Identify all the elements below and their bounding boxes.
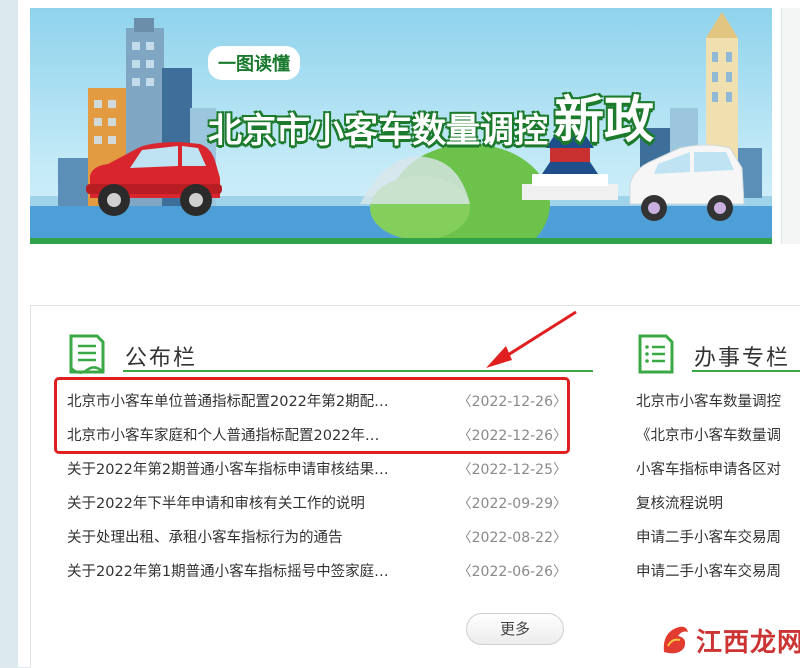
list-document-icon: [638, 334, 674, 374]
watermark-text: 江西龙网: [696, 628, 800, 658]
list-item[interactable]: 北京市小客车数量调控: [636, 386, 800, 420]
list-item[interactable]: 申请二手小客车交易周: [636, 556, 800, 590]
notice-item-title[interactable]: 关于2022年下半年申请和审核有关工作的说明: [67, 488, 439, 520]
notice-item-date: 〈2022-08-22〉: [457, 530, 567, 546]
service-list: 北京市小客车数量调控 《北京市小客车数量调 小客车指标申请各区对 复核流程说明 …: [636, 386, 800, 590]
banner-tag: 一图读懂: [208, 46, 300, 80]
notice-item-title[interactable]: 关于处理出租、承租小客车指标行为的通告: [67, 522, 439, 554]
notice-panel-header: 公布栏: [67, 332, 195, 376]
list-item[interactable]: 关于2022年第1期普通小客车指标摇号中签家庭… 〈2022-06-26〉: [67, 556, 567, 590]
notice-item-title[interactable]: 关于2022年第1期普通小客车指标摇号中签家庭…: [67, 556, 439, 588]
list-item[interactable]: 关于2022年第2期普通小客车指标申请审核结果… 〈2022-12-25〉: [67, 454, 567, 488]
banner-title-main: 北京市小客车数量调控: [208, 111, 548, 151]
service-panel-title: 办事专栏: [694, 346, 791, 371]
service-panel: 办事专栏 北京市小客车数量调控 《北京市小客车数量调 小客车指标申请各区对 复核…: [600, 305, 800, 668]
more-button[interactable]: 更多: [466, 613, 564, 645]
site-watermark: 江西龙网: [658, 618, 800, 660]
banner-side-strip: [781, 8, 800, 244]
list-item[interactable]: 关于2022年下半年申请和审核有关工作的说明 〈2022-09-29〉: [67, 488, 567, 522]
list-item[interactable]: 小客车指标申请各区对: [636, 454, 800, 488]
list-item[interactable]: 关于处理出租、承租小客车指标行为的通告 〈2022-08-22〉: [67, 522, 567, 556]
notice-item-date: 〈2022-06-26〉: [457, 564, 567, 580]
notice-item-date: 〈2022-09-29〉: [457, 496, 567, 512]
policy-banner[interactable]: 一图读懂 北京市小客车数量调控 新政: [30, 8, 772, 244]
list-item[interactable]: 《北京市小客车数量调: [636, 420, 800, 454]
notice-panel-underline: [123, 370, 593, 372]
notice-panel-title: 公布栏: [125, 346, 198, 371]
banner-title: 北京市小客车数量调控 新政: [208, 80, 654, 152]
notice-item-title[interactable]: 关于2022年第2期普通小客车指标申请审核结果…: [67, 454, 439, 486]
banner-bottom-bar: [30, 238, 772, 244]
highlight-box: [54, 377, 570, 454]
list-item[interactable]: 复核流程说明: [636, 488, 800, 522]
left-background-strip: [0, 0, 18, 667]
notice-item-date: 〈2022-12-25〉: [457, 462, 567, 478]
dragon-logo-icon: [663, 626, 688, 654]
service-panel-underline: [692, 370, 800, 372]
document-icon: [69, 334, 105, 374]
banner-title-emphasis: 新政: [554, 91, 654, 149]
list-item[interactable]: 申请二手小客车交易周: [636, 522, 800, 556]
service-panel-header: 办事专栏: [636, 332, 788, 376]
